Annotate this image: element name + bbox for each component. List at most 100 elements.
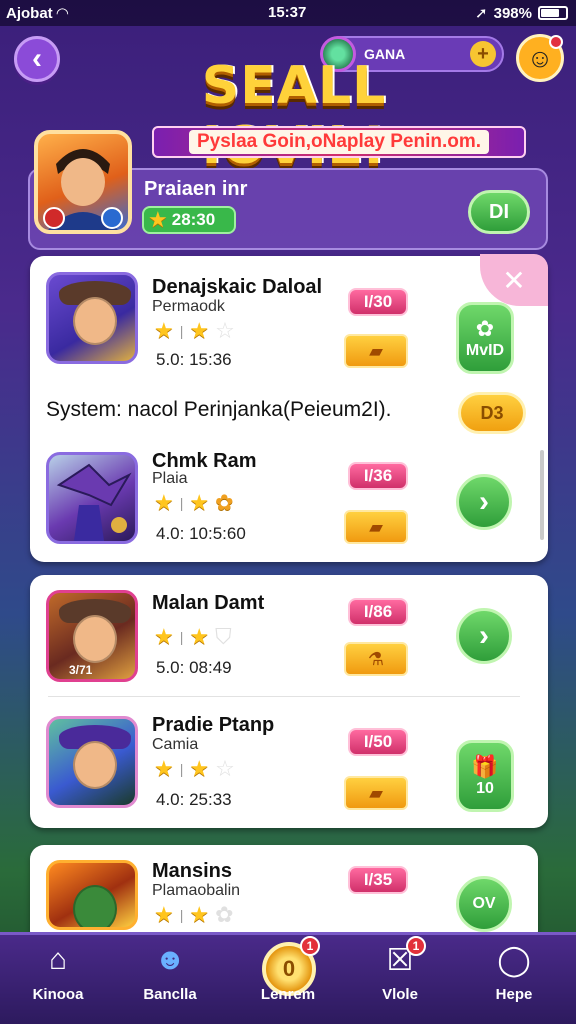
nav-label: Banclla bbox=[143, 986, 197, 1003]
item-action-label: 10 bbox=[476, 780, 494, 797]
help-icon: ◯ bbox=[497, 943, 531, 977]
gift-icon: 🎁 bbox=[471, 754, 499, 779]
item-thumbnail[interactable] bbox=[46, 716, 138, 808]
item-rating: ★ | ★ ⛉ bbox=[154, 624, 232, 649]
game-title: SEALL IOVIL! bbox=[201, 56, 387, 176]
star-icon: ★ bbox=[154, 490, 174, 515]
item-thumbnail[interactable] bbox=[46, 860, 138, 930]
player-name: Praiaen inr bbox=[144, 178, 248, 200]
item-subtitle: Camia bbox=[152, 736, 199, 753]
character-icon bbox=[73, 741, 117, 789]
item-thumbnail[interactable] bbox=[46, 452, 138, 544]
location-icon: ➚ bbox=[475, 5, 488, 22]
character-icon bbox=[73, 885, 117, 927]
star-icon: ★ bbox=[154, 756, 174, 781]
item-thumbnail[interactable] bbox=[46, 272, 138, 364]
player-action-button[interactable]: DI bbox=[468, 190, 530, 234]
item-tag: I/50 bbox=[348, 728, 408, 756]
dragon-icon bbox=[56, 463, 132, 541]
star-icon: ★ bbox=[148, 207, 168, 232]
item-action-label: OV bbox=[472, 895, 496, 912]
nav-center-spacer bbox=[238, 940, 338, 980]
item-title: Malan Damt bbox=[152, 592, 265, 614]
item-rating: ★ | ★ ✿ bbox=[154, 490, 234, 515]
item-rating: ★ | ★ ☆ bbox=[154, 318, 235, 343]
nav-tasks[interactable]: ☒ Vlole bbox=[350, 940, 450, 1004]
nav-label: Kinooa bbox=[32, 986, 84, 1003]
promo-banner: Pyslaa Goin,oNaplay Penin.om. bbox=[152, 126, 526, 158]
chevron-right-icon: › bbox=[479, 485, 489, 518]
gear-icon: ✿ bbox=[215, 902, 234, 927]
smiley-icon: ☺ bbox=[526, 42, 554, 73]
nav-label: Lenrem bbox=[260, 986, 316, 1003]
wifi-icon: ◠ bbox=[56, 5, 69, 22]
item-time: 4.0: 10:5:60 bbox=[156, 524, 246, 543]
character-icon bbox=[73, 297, 117, 345]
profile-button[interactable]: ☺ bbox=[516, 34, 564, 82]
item-tag: I/30 bbox=[348, 288, 408, 316]
item-go-button[interactable]: OV bbox=[456, 876, 512, 932]
gear-icon: ✿ bbox=[215, 490, 234, 515]
thumb-label: 3/71 bbox=[69, 663, 93, 677]
item-title: Denajskaic Daloal bbox=[152, 276, 323, 298]
user-icon: ☻ bbox=[154, 943, 186, 976]
carrier: Ajobat ◠ bbox=[6, 4, 69, 23]
score-value: 28:30 bbox=[171, 210, 216, 229]
chest-icon[interactable]: ▰ bbox=[344, 334, 408, 368]
item-subtitle: Permaodk bbox=[152, 298, 225, 315]
item-time: 5.0: 08:49 bbox=[156, 658, 232, 677]
player-avatar[interactable] bbox=[34, 130, 132, 234]
carrier-name: Ajobat bbox=[6, 4, 53, 22]
item-action-button[interactable]: 🎁 10 bbox=[456, 740, 514, 812]
item-time: 4.0: 25:33 bbox=[156, 790, 232, 809]
nav-profile[interactable]: ☻ Banclla bbox=[120, 940, 220, 1003]
star-icon: ★ bbox=[154, 624, 174, 649]
star-icon: ★ bbox=[154, 318, 174, 343]
nav-help[interactable]: ◯ Hepe bbox=[464, 940, 564, 1004]
chevron-right-icon: › bbox=[479, 619, 489, 652]
close-icon: ✕ bbox=[502, 264, 526, 296]
gear-icon: ✿ bbox=[475, 316, 495, 341]
item-subtitle: Plamaobalin bbox=[152, 882, 241, 899]
star-icon: ★ bbox=[189, 318, 210, 343]
item-tag: I/35 bbox=[348, 866, 408, 894]
clock: 15:37 bbox=[268, 4, 307, 21]
item-title: Pradie Ptanp bbox=[152, 714, 275, 736]
star-icon: ★ bbox=[189, 490, 210, 515]
scrollbar[interactable] bbox=[540, 450, 544, 540]
item-subtitle: Plaia bbox=[152, 470, 188, 487]
chest-icon[interactable]: ▰ bbox=[344, 510, 408, 544]
item-rating: ★ | ★ ✿ bbox=[154, 902, 234, 927]
nav-home[interactable]: ⌂ Kinooa bbox=[8, 940, 108, 1003]
shield-icon: ⛉ bbox=[215, 624, 232, 649]
item-action-button[interactable]: ✿ MvID bbox=[456, 302, 514, 374]
potion-icon[interactable]: ⚗ bbox=[344, 642, 408, 676]
item-go-button[interactable]: › bbox=[456, 474, 512, 530]
item-thumbnail[interactable]: 3/71 bbox=[46, 590, 138, 682]
star-icon: ★ bbox=[189, 624, 210, 649]
item-title: Mansins bbox=[152, 860, 233, 882]
add-currency-button[interactable]: + bbox=[470, 41, 496, 67]
item-go-button[interactable]: › bbox=[456, 608, 512, 664]
banner-text: Pyslaa Goin,oNaplay Penin.om. bbox=[188, 130, 490, 154]
notification-badge: 1 bbox=[406, 936, 426, 956]
status-bar: Ajobat ◠ 15:37 ➚ 398% bbox=[0, 0, 576, 26]
player-score: ★ 28:30 bbox=[142, 206, 236, 234]
tasks-icon: ☒ bbox=[386, 943, 414, 977]
back-button[interactable]: ‹ bbox=[14, 36, 60, 82]
nav-center[interactable]: Lenrem bbox=[238, 940, 338, 1003]
star-icon: ★ bbox=[189, 756, 210, 781]
chevron-left-icon: ‹ bbox=[32, 42, 42, 75]
status-right: ➚ 398% bbox=[475, 4, 568, 22]
item-tag: I/86 bbox=[348, 598, 408, 626]
notification-dot bbox=[549, 35, 563, 49]
chest-icon[interactable]: ▰ bbox=[344, 776, 408, 810]
nav-label: Vlole bbox=[382, 986, 418, 1003]
star-empty-icon: ☆ bbox=[215, 756, 235, 781]
star-icon: ★ bbox=[154, 902, 174, 927]
star-icon: ★ bbox=[189, 902, 210, 927]
system-button[interactable]: D3 bbox=[458, 392, 526, 434]
item-rating: ★ | ★ ☆ bbox=[154, 756, 235, 781]
battery-percent: 398% bbox=[493, 4, 532, 22]
home-icon: ⌂ bbox=[48, 943, 68, 976]
